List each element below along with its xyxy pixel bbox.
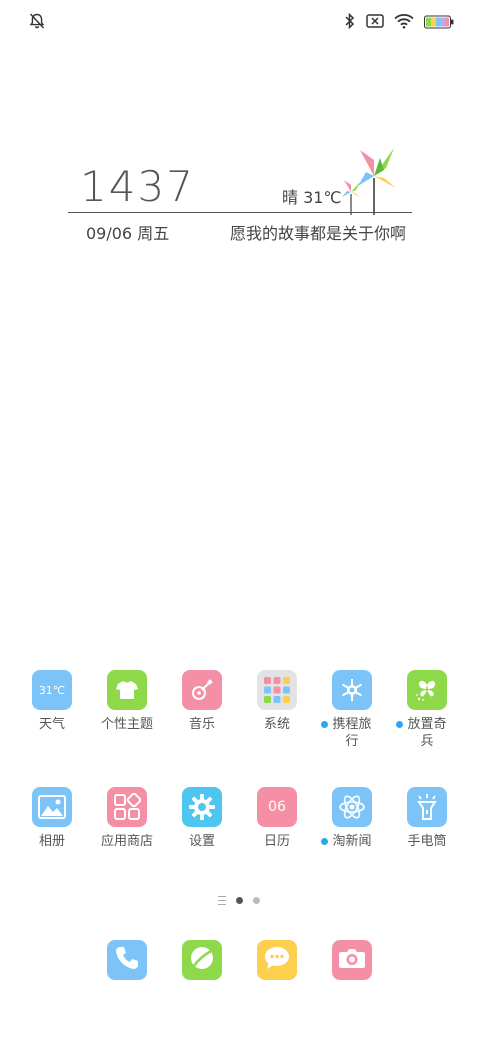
app-system-folder[interactable]: 系统 [241,670,313,733]
wifi-icon [394,13,414,33]
guitar-icon [182,670,222,710]
pinwheel-icon [340,142,404,220]
bluetooth-icon [344,12,356,34]
clock-weather-widget[interactable]: 1437 晴 31℃ 09/06 周五 愿我的故事都是关于你啊 [68,140,412,244]
atom-icon [332,787,372,827]
app-label: 放置奇 兵 [391,716,463,750]
dock-messages[interactable] [182,940,222,980]
bell-off-icon [28,13,46,34]
app-label-line2: 兵 [420,734,434,749]
app-label: 系统 [263,717,290,732]
app-label: 淘新闻 [316,833,388,850]
dock-chat[interactable] [257,940,297,980]
app-label-line1: 携程旅 [332,717,372,732]
app-fangzhi-qibing[interactable]: 放置奇 兵 [391,670,463,750]
app-label: 手电筒 [407,834,447,849]
widget-divider [68,212,412,213]
date-label: 09/06 周五 [86,224,170,243]
home-screen: 1437 晴 31℃ 09/06 周五 愿我的故事都是关于你啊 31℃ 天气 个… [0,0,480,1040]
calendar-icon-day: 06 [268,799,286,815]
app-label: 日历 [263,834,290,849]
app-label: 个性主题 [100,717,153,732]
app-gallery[interactable]: 相册 [16,787,88,850]
motto-label: 愿我的故事都是关于你啊 [230,224,407,243]
folder-icon [257,670,297,710]
app-label: 应用商店 [100,834,153,849]
dock-phone[interactable] [107,940,147,980]
app-app-store[interactable]: 应用商店 [91,787,163,850]
app-label: 设置 [188,834,215,849]
sim-x-icon [366,13,384,33]
app-tao-news[interactable]: 淘新闻 [316,787,388,850]
phone-icon [114,945,140,975]
messages-icon [188,944,216,976]
app-label-line2: 行 [345,734,359,749]
battery-icon [424,14,454,33]
page-indicator-list-icon [218,896,226,905]
new-badge-dot [396,721,403,728]
app-store-icon [107,787,147,827]
app-settings[interactable]: 设置 [166,787,238,850]
app-calendar[interactable]: 06 日历 [241,787,313,850]
clock-time: 1437 [80,162,195,211]
chat-bubble-icon [263,945,291,975]
snowflake-icon [332,670,372,710]
app-label: 天气 [38,717,65,732]
status-bar [0,8,480,36]
flashlight-icon [407,787,447,827]
calendar-icon: 06 [257,787,297,827]
new-badge-dot [321,838,328,845]
gallery-icon [32,787,72,827]
page-dot [253,897,260,904]
page-indicator[interactable] [218,896,260,905]
app-label: 携程旅 行 [316,716,388,750]
app-label-text: 淘新闻 [332,834,372,849]
app-themes[interactable]: 个性主题 [91,670,163,733]
app-ctrip[interactable]: 携程旅 行 [316,670,388,750]
camera-icon [338,946,366,974]
app-label-line1: 放置奇 [407,717,447,732]
app-weather[interactable]: 31℃ 天气 [16,670,88,733]
app-label: 音乐 [188,717,215,732]
butterfly-icon [407,670,447,710]
weather-icon-temp: 31℃ [38,683,66,697]
weather-summary: 晴 31℃ [282,188,342,207]
app-music[interactable]: 音乐 [166,670,238,733]
app-label: 相册 [38,834,65,849]
weather-icon: 31℃ [32,670,72,710]
dock-camera[interactable] [332,940,372,980]
settings-gear-icon [182,787,222,827]
page-dot-active [236,897,243,904]
new-badge-dot [321,721,328,728]
tshirt-icon [107,670,147,710]
app-flashlight[interactable]: 手电筒 [391,787,463,850]
